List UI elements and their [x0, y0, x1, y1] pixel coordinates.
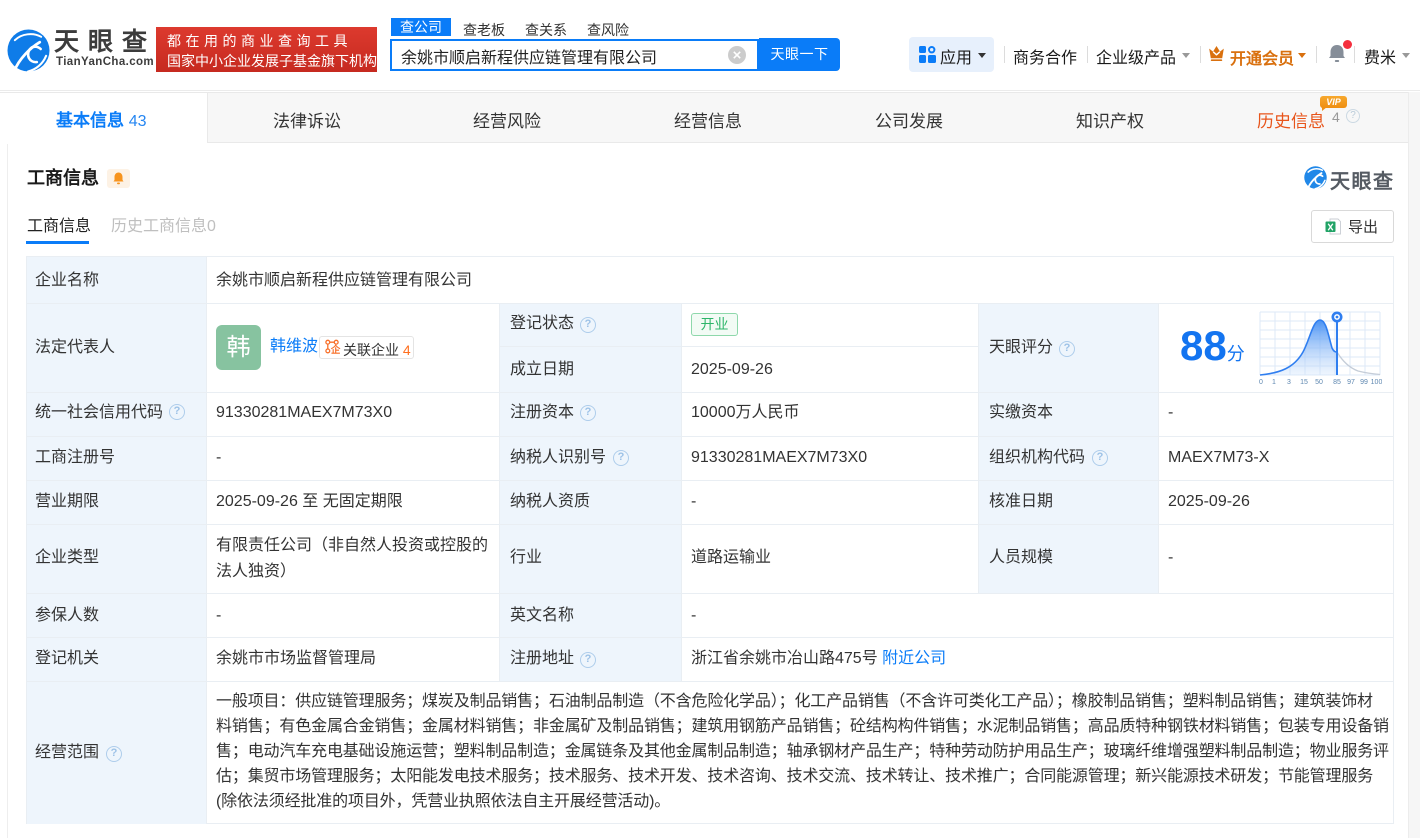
svg-text:1: 1 [1272, 379, 1276, 386]
svg-text:100: 100 [1371, 379, 1382, 386]
svg-text:3: 3 [1287, 379, 1291, 386]
svg-text:50: 50 [1315, 379, 1323, 386]
svg-text:85: 85 [1333, 379, 1341, 386]
svg-text:企: 企 [330, 344, 341, 354]
svg-text:97: 97 [1347, 379, 1355, 386]
svg-text:15: 15 [1300, 379, 1308, 386]
svg-text:99: 99 [1360, 379, 1368, 386]
svg-text:0: 0 [1259, 379, 1263, 386]
